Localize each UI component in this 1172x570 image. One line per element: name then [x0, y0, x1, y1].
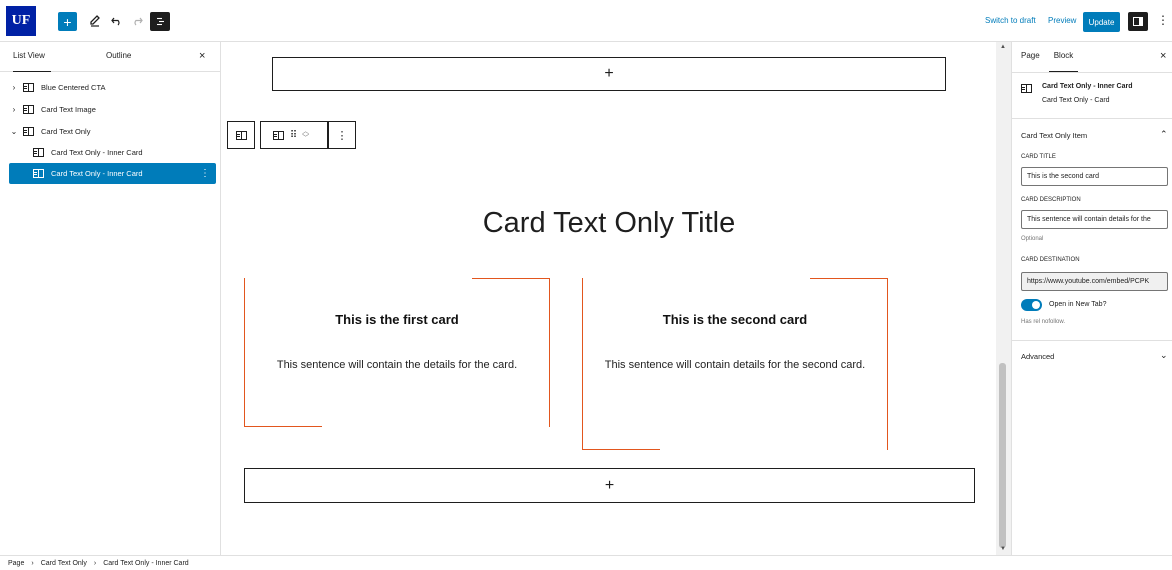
list-item-label: Card Text Only - Inner Card: [51, 169, 143, 178]
list-item-inner-card-1[interactable]: Card Text Only - Inner Card: [9, 142, 216, 163]
scroll-down-icon[interactable]: ▼: [1000, 546, 1006, 552]
block-switcher-group[interactable]: ⠿ ︿ ﹀: [260, 121, 328, 149]
card-border-right: [549, 278, 550, 427]
card-title[interactable]: This is the second card: [582, 312, 888, 327]
switch-to-draft-button[interactable]: Switch to draft: [985, 16, 1036, 25]
list-item-label: Card Text Only: [41, 127, 91, 136]
breadcrumb-inner-card[interactable]: Card Text Only - Inner Card: [103, 560, 188, 567]
card-second[interactable]: This is the second card This sentence wi…: [582, 278, 888, 450]
panel-section-title[interactable]: Card Text Only Item: [1021, 131, 1087, 140]
breadcrumb: Page › Card Text Only › Card Text Only -…: [0, 555, 1172, 570]
chevron-up-icon[interactable]: ⌃: [1160, 129, 1168, 140]
block-inserter-button[interactable]: +: [58, 12, 77, 31]
settings-sidebar-toggle[interactable]: [1128, 12, 1148, 31]
tab-list-view[interactable]: List View: [13, 42, 51, 72]
block-toolbar: ⠿ ︿ ﹀ ⋮: [227, 121, 356, 149]
list-item-card-text-only[interactable]: ⌄ Card Text Only: [9, 121, 216, 142]
open-new-tab-label: Open in New Tab?: [1049, 301, 1107, 308]
undo-icon[interactable]: [107, 11, 125, 31]
block-appender-bottom[interactable]: +: [244, 468, 975, 503]
card-border-top: [472, 278, 550, 279]
divider: [1012, 72, 1172, 73]
divider: [1012, 340, 1172, 341]
chevron-right-icon[interactable]: ›: [9, 83, 19, 92]
section-heading[interactable]: Card Text Only Title: [222, 207, 996, 240]
block-card-parent: Card Text Only - Card: [1042, 97, 1110, 104]
chevron-down-icon[interactable]: ⌄: [1160, 350, 1168, 361]
block-icon: [23, 83, 34, 92]
list-item-inner-card-2[interactable]: Card Text Only - Inner Card ⋮: [9, 163, 216, 184]
parent-block-button[interactable]: [227, 121, 255, 149]
card-description[interactable]: This sentence will contain details for t…: [600, 354, 870, 376]
card-title-label: Card Title: [1021, 154, 1056, 160]
more-options-icon[interactable]: ⋮: [200, 168, 210, 179]
card-border-top: [810, 278, 888, 279]
list-item-card-text-image[interactable]: › Card Text Image: [9, 99, 216, 120]
card-description[interactable]: This sentence will contain the details f…: [244, 354, 550, 376]
block-card-title: Card Text Only - Inner Card: [1042, 83, 1133, 90]
tab-page[interactable]: Page: [1021, 42, 1040, 72]
chevron-down-icon[interactable]: ⌄: [9, 127, 19, 136]
advanced-section-title[interactable]: Advanced: [1021, 352, 1054, 361]
block-icon: [1021, 84, 1032, 93]
chevron-right-icon[interactable]: ›: [9, 105, 19, 114]
rel-help: Has rel nofollow.: [1021, 319, 1066, 325]
block-icon: [33, 169, 44, 178]
card-description-label: Card Description: [1021, 197, 1081, 203]
block-appender-top[interactable]: +: [272, 57, 946, 91]
open-new-tab-toggle[interactable]: [1021, 299, 1042, 311]
tab-block[interactable]: Block: [1049, 42, 1078, 72]
options-more-icon[interactable]: ⋮: [1157, 13, 1169, 27]
list-item-label: Card Text Image: [41, 105, 96, 114]
block-icon[interactable]: [272, 130, 284, 140]
list-view-panel: List View Outline × › Blue Centered CTA …: [0, 42, 221, 555]
redo-icon[interactable]: [128, 11, 146, 31]
card-border-left: [582, 278, 583, 450]
drag-handle-icon[interactable]: ⠿: [290, 130, 297, 141]
list-view-tabs: List View Outline ×: [0, 42, 220, 72]
close-icon[interactable]: ×: [1160, 50, 1166, 62]
list-item-label: Blue Centered CTA: [41, 83, 106, 92]
move-up-down-icon[interactable]: ︿ ﹀: [302, 128, 309, 142]
block-icon: [33, 148, 44, 157]
card-border-left: [244, 278, 245, 427]
card-border-bottom: [582, 449, 660, 450]
breadcrumb-page[interactable]: Page: [8, 560, 24, 567]
sidebar-icon: [1133, 17, 1143, 26]
card-title[interactable]: This is the first card: [244, 312, 550, 327]
canvas-scrollbar[interactable]: ▲ ▼: [996, 42, 1011, 555]
editor-canvas[interactable]: + ⠿ ︿ ﹀ ⋮ Card Text Only Title This is th…: [222, 42, 996, 555]
card-border-bottom: [244, 426, 322, 427]
divider: [1012, 118, 1172, 119]
scroll-up-icon[interactable]: ▲: [1000, 44, 1006, 50]
more-options-icon: ⋮: [336, 129, 348, 142]
site-logo[interactable]: UF: [6, 6, 36, 36]
tools-pencil-icon[interactable]: [86, 11, 104, 31]
card-destination-label: Card Destination: [1021, 257, 1080, 263]
tab-outline[interactable]: Outline: [106, 42, 131, 72]
chevron-right-icon: ›: [31, 559, 34, 567]
block-icon: [23, 127, 34, 136]
update-button[interactable]: Update: [1083, 12, 1120, 32]
document-overview-button[interactable]: [150, 12, 170, 31]
card-title-input[interactable]: This is the second card: [1021, 167, 1168, 186]
card-destination-input[interactable]: https://www.youtube.com/embed/PCPK: [1021, 272, 1168, 291]
optional-help: Optional: [1021, 236, 1044, 242]
block-options-button[interactable]: ⋮: [328, 121, 356, 149]
preview-button[interactable]: Preview: [1048, 16, 1076, 25]
list-item-blue-centered-cta[interactable]: › Blue Centered CTA: [9, 77, 216, 98]
block-icon: [235, 130, 247, 140]
close-icon[interactable]: ×: [199, 50, 205, 62]
block-icon: [23, 105, 34, 114]
breadcrumb-card-text-only[interactable]: Card Text Only: [41, 560, 87, 567]
chevron-right-icon: ›: [93, 559, 97, 567]
list-item-label: Card Text Only - Inner Card: [51, 148, 143, 157]
card-first[interactable]: This is the first card This sentence wil…: [244, 278, 550, 427]
card-border-right: [887, 278, 888, 450]
scroll-thumb[interactable]: [999, 363, 1006, 548]
settings-panel: Page Block × Card Text Only - Inner Card…: [1011, 42, 1172, 555]
card-description-input[interactable]: This sentence will contain details for t…: [1021, 210, 1168, 229]
editor-header: UF + Switch to draft Preview Update ⋮: [0, 0, 1172, 42]
preview-label: Preview: [1048, 16, 1077, 25]
